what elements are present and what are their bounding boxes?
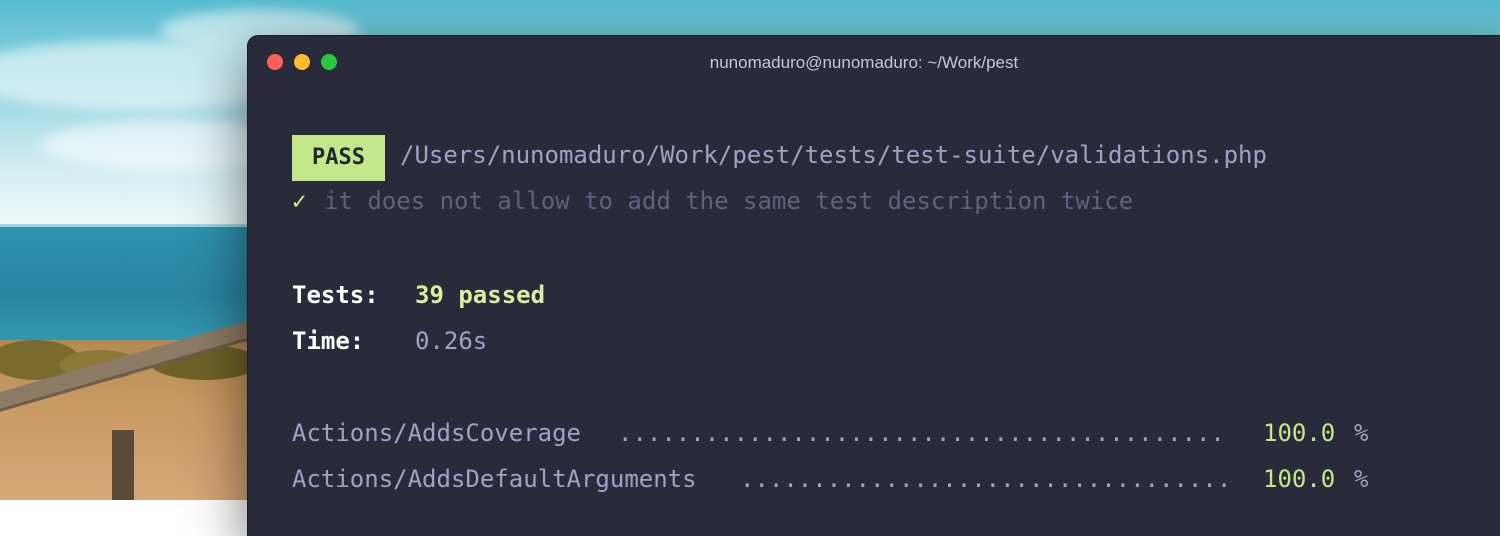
- tests-label: Tests:: [292, 281, 379, 309]
- coverage-unit: %: [1354, 465, 1369, 493]
- test-description: it does not allow to add the same test d…: [324, 187, 1134, 215]
- coverage-name: Actions/AddsDefaultArguments: [292, 465, 697, 493]
- tests-value: 39 passed: [415, 281, 546, 309]
- title-bar[interactable]: nunomaduro@nunomaduro: ~/Work/pest: [248, 36, 1500, 90]
- terminal-window[interactable]: nunomaduro@nunomaduro: ~/Work/pest PASS …: [248, 36, 1500, 536]
- coverage-unit: %: [1354, 419, 1369, 447]
- time-label: Time:: [292, 327, 365, 355]
- coverage-value: 100.0: [1263, 465, 1336, 493]
- pass-badge: PASS: [292, 135, 385, 181]
- coverage-value: 100.0: [1263, 419, 1336, 447]
- coverage-dots: ........................................…: [618, 419, 1225, 447]
- time-value: 0.26s: [415, 327, 488, 355]
- window-title: nunomaduro@nunomaduro: ~/Work/pest: [709, 53, 1019, 72]
- coverage-name: Actions/AddsCoverage: [292, 419, 581, 447]
- check-icon: ✓: [292, 187, 307, 215]
- coverage-dots: ..................................: [740, 465, 1232, 493]
- fence-post: [112, 430, 134, 500]
- test-file-path: /Users/nunomaduro/Work/pest/tests/test-s…: [400, 141, 1267, 169]
